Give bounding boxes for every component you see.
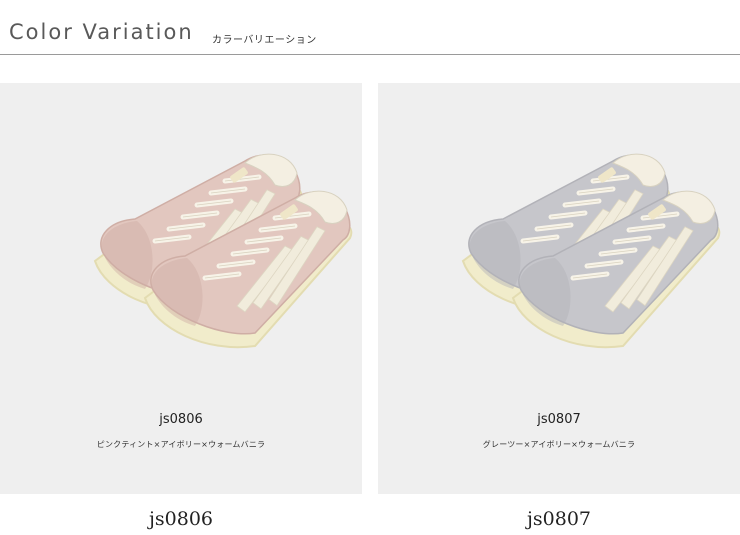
product-color-name: グレーツー×アイボリー×ウォームバニラ — [482, 440, 636, 449]
product-label-js0806: js0806 — [149, 508, 213, 530]
product-code: js0806 — [159, 412, 203, 427]
section-header: Color Variation カラーバリエーション — [0, 0, 740, 55]
sneaker-pair-image — [93, 153, 353, 349]
section-subtitle: カラーバリエーション — [212, 35, 317, 46]
sneaker-pair-image — [461, 153, 721, 349]
header-divider — [0, 54, 740, 55]
product-label-js0807: js0807 — [527, 508, 591, 530]
product-color-name: ピンクティント×アイボリー×ウォームバニラ — [96, 440, 266, 449]
product-image — [378, 83, 740, 423]
product-card-js0807[interactable]: js0807 グレーツー×アイボリー×ウォームバニラ — [378, 83, 740, 494]
product-card-js0806[interactable]: js0806 ピンクティント×アイボリー×ウォームバニラ — [0, 83, 362, 494]
product-image — [0, 83, 362, 423]
section-title: Color Variation — [9, 20, 194, 44]
product-code: js0807 — [537, 412, 581, 427]
